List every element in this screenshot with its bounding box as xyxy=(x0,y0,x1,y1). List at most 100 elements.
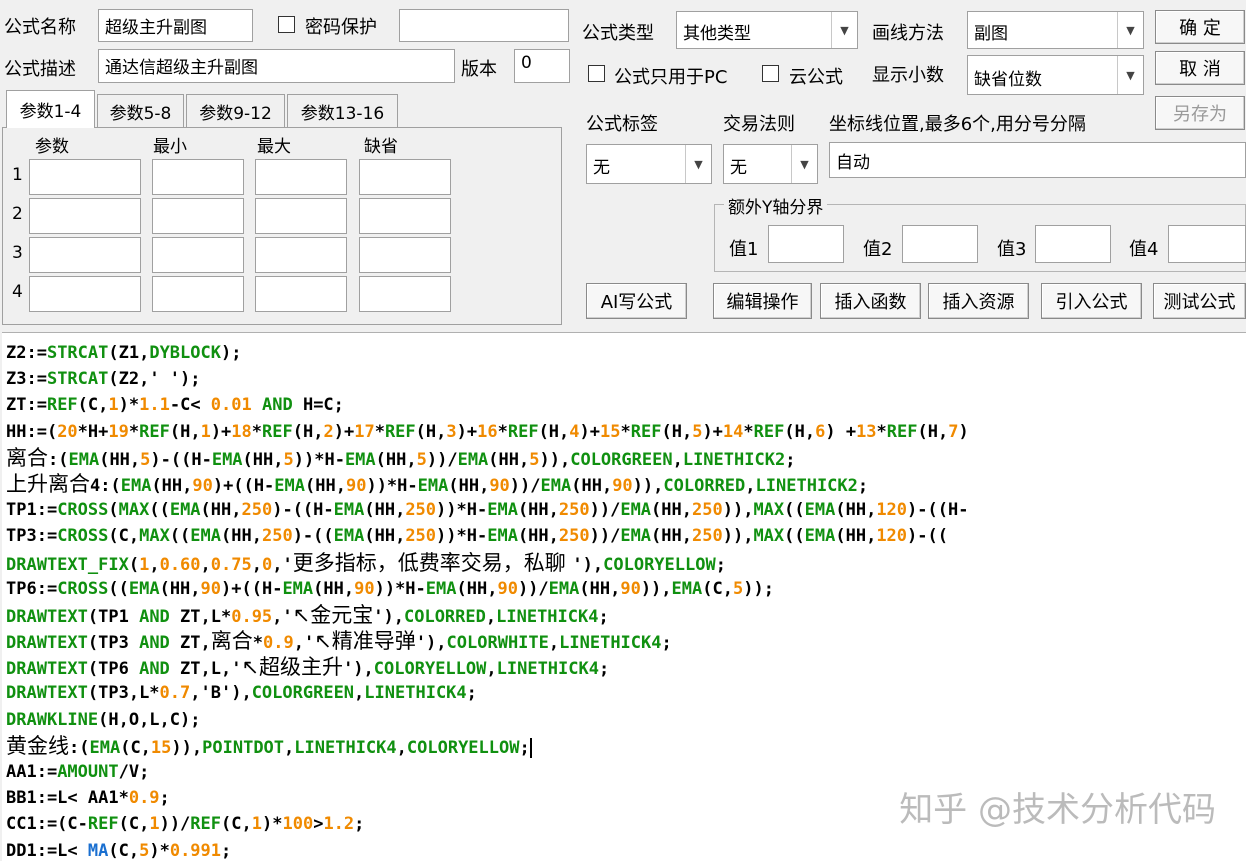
code-token: 更多指标，低费率交易，私聊 xyxy=(292,550,573,575)
code-token: * xyxy=(251,421,263,442)
param-default-input[interactable] xyxy=(359,276,451,312)
code-token: 0.991 xyxy=(169,840,222,861)
code-line: Z2:=STRCAT(Z1,DYBLOCK); xyxy=(6,340,1246,366)
ai-write-button[interactable]: AI写公式 xyxy=(586,283,687,319)
param-max-input[interactable] xyxy=(255,237,347,273)
password-input[interactable] xyxy=(399,9,569,42)
code-token: TP1:= xyxy=(6,500,58,521)
code-token: 13 xyxy=(856,421,877,442)
code-line: Z3:=STRCAT(Z2,' '); xyxy=(6,366,1246,392)
param-default-input[interactable] xyxy=(359,159,451,195)
code-token: :( xyxy=(48,449,69,470)
code-token: 90 xyxy=(200,578,222,599)
y2-input[interactable] xyxy=(902,225,978,263)
param-default-input[interactable] xyxy=(359,198,451,234)
code-token: )-((H- xyxy=(272,500,334,521)
code-token: (TP6 xyxy=(87,659,140,680)
code-token: ; xyxy=(715,554,726,575)
formula-tag-select[interactable]: 无 ▼ xyxy=(586,144,712,184)
code-token: AND xyxy=(262,395,293,416)
param-name-input[interactable] xyxy=(29,198,141,234)
code-token: (C, xyxy=(221,814,252,835)
code-token: (HH, xyxy=(579,578,621,599)
text-caret xyxy=(529,737,532,758)
code-token: 16 xyxy=(477,421,498,442)
param-min-input[interactable] xyxy=(152,159,244,195)
code-token: , xyxy=(354,683,365,704)
save-as-button[interactable]: 另存为 xyxy=(1155,96,1245,130)
trade-rule-value: 无 xyxy=(730,158,747,178)
tab-params-5-8[interactable]: 参数5-8 xyxy=(97,94,184,128)
code-token: )* xyxy=(118,395,140,416)
tab-params-13-16[interactable]: 参数13-16 xyxy=(287,94,398,128)
code-token: (C, xyxy=(702,578,733,599)
formula-tag-label: 公式标签 xyxy=(586,114,658,135)
decimals-select[interactable]: 缺省位数 ▼ xyxy=(967,55,1144,95)
code-token: COLORRED xyxy=(403,606,486,627)
code-token: MAX xyxy=(118,500,150,521)
code-token: BB1:=L< AA1* xyxy=(6,788,129,809)
y4-input[interactable] xyxy=(1168,225,1246,263)
code-token: , xyxy=(672,449,683,470)
y1-label: 值1 xyxy=(729,239,759,260)
insert-function-button[interactable]: 插入函数 xyxy=(820,283,921,319)
code-token: 90 xyxy=(620,578,641,599)
code-token: :( xyxy=(69,737,90,758)
code-token: (TP3,L* xyxy=(87,683,160,704)
param-max-input[interactable] xyxy=(255,159,347,195)
code-token: POINTDOT xyxy=(202,737,285,758)
tab-params-1-4[interactable]: 参数1-4 xyxy=(6,90,95,128)
code-token: (HH, xyxy=(651,500,692,521)
version-input[interactable]: 0 xyxy=(514,49,570,83)
password-checkbox[interactable] xyxy=(278,16,295,33)
param-name-input[interactable] xyxy=(29,276,141,312)
param-name-input[interactable] xyxy=(29,159,141,195)
param-max-input[interactable] xyxy=(255,276,347,312)
tab-params-9-12[interactable]: 参数9-12 xyxy=(186,94,285,128)
code-token: 100 xyxy=(282,814,314,835)
axis-input[interactable]: 自动 xyxy=(829,142,1246,178)
code-line: TP6:=CROSS((EMA(HH,90)+((H-EMA(HH,90))*H… xyxy=(6,576,1246,602)
code-token: 1 xyxy=(149,814,160,835)
code-token: > xyxy=(313,814,324,835)
code-token: MAX xyxy=(753,526,785,547)
code-token: EMA xyxy=(211,449,243,470)
code-token: ; xyxy=(519,737,530,758)
code-line: DD1:=L< MA(C,5)*0.991; xyxy=(6,838,1246,861)
draw-method-select[interactable]: 副图 ▼ xyxy=(967,11,1144,49)
code-token: EMA xyxy=(274,475,306,496)
param-name-input[interactable] xyxy=(29,237,141,273)
code-token: 0.9 xyxy=(263,633,294,654)
code-token: ) xyxy=(958,421,969,442)
code-token: EMA xyxy=(417,475,449,496)
code-token: )-(( xyxy=(907,526,948,547)
code-token: 4 xyxy=(569,421,580,442)
code-token: ↖超级主升 xyxy=(241,655,344,680)
ok-button[interactable]: 确 定 xyxy=(1155,10,1245,44)
pc-only-checkbox[interactable] xyxy=(588,65,605,82)
import-formula-button[interactable]: 引入公式 xyxy=(1041,283,1142,319)
insert-resource-button[interactable]: 插入资源 xyxy=(928,283,1029,319)
code-token: ↖精准导弹 xyxy=(314,629,416,654)
param-min-input[interactable] xyxy=(152,276,244,312)
edit-operation-button[interactable]: 编辑操作 xyxy=(713,283,812,319)
trade-rule-select[interactable]: 无 ▼ xyxy=(723,144,818,184)
code-token: 2 xyxy=(323,421,334,442)
formula-desc-input[interactable]: 通达信超级主升副图 xyxy=(98,49,455,83)
formula-name-input[interactable]: 超级主升副图 xyxy=(98,9,253,42)
y1-input[interactable] xyxy=(768,225,844,263)
param-default-input[interactable] xyxy=(359,237,451,273)
test-formula-button[interactable]: 测试公式 xyxy=(1153,283,1246,319)
param-min-input[interactable] xyxy=(152,198,244,234)
param-max-input[interactable] xyxy=(255,198,347,234)
code-token: 19 xyxy=(108,421,129,442)
code-line: 黄金线:(EMA(C,15)),POINTDOT,LINETHICK4,COLO… xyxy=(6,733,1246,759)
code-token: ; xyxy=(661,633,672,654)
cloud-checkbox[interactable] xyxy=(762,65,779,82)
formula-type-select[interactable]: 其他类型 ▼ xyxy=(676,11,858,49)
code-line: TP3:=CROSS(C,MAX((EMA(HH,250)-((EMA(HH,2… xyxy=(6,523,1246,549)
cancel-button[interactable]: 取 消 xyxy=(1155,51,1245,85)
code-token: 5 xyxy=(732,578,744,599)
param-min-input[interactable] xyxy=(152,237,244,273)
y3-input[interactable] xyxy=(1035,225,1111,263)
